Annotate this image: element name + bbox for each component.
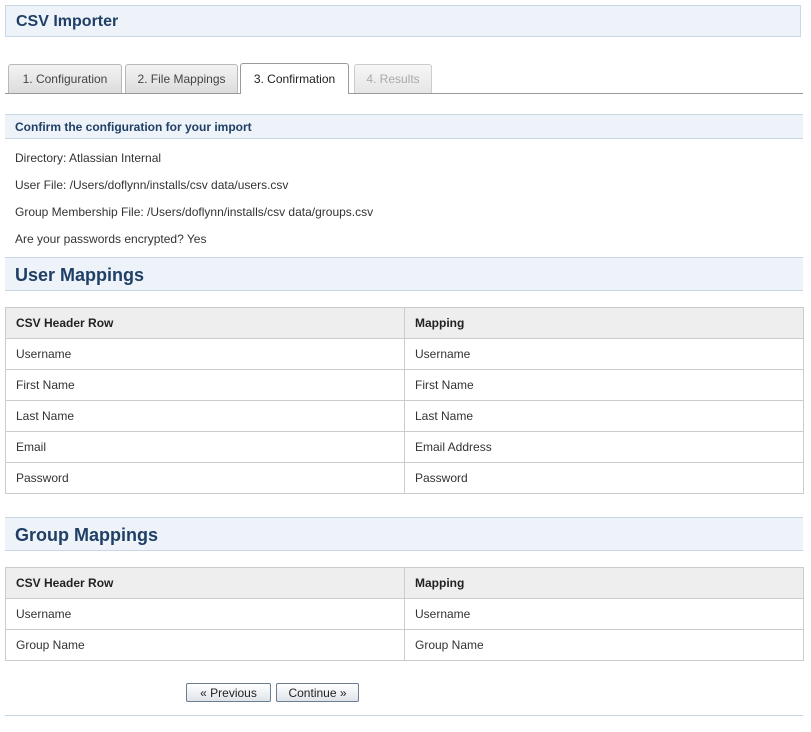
table-row: Last Name Last Name xyxy=(5,400,804,432)
table-row: First Name First Name xyxy=(5,369,804,401)
tab-results: 4. Results xyxy=(354,64,432,93)
group-mappings-table: CSV Header Row Mapping Username Username… xyxy=(5,567,804,661)
table-row: Username Username xyxy=(5,598,804,630)
table-header-row: CSV Header Row Mapping xyxy=(5,307,804,339)
tab-file-mappings[interactable]: 2. File Mappings xyxy=(125,64,238,93)
tab-divider xyxy=(5,93,803,94)
group-mappings-title: Group Mappings xyxy=(15,525,158,545)
previous-button[interactable]: « Previous xyxy=(186,683,271,702)
table-row: Group Name Group Name xyxy=(5,629,804,661)
user-mappings-heading-bar: User Mappings xyxy=(5,257,803,291)
csv-header-cell: Last Name xyxy=(5,400,405,432)
tab-configuration[interactable]: 1. Configuration xyxy=(8,64,122,93)
page-title: CSV Importer xyxy=(16,13,119,30)
column-header-csv: CSV Header Row xyxy=(5,307,405,339)
mapping-cell: Last Name xyxy=(404,400,804,432)
user-mappings-table: CSV Header Row Mapping Username Username… xyxy=(5,307,804,494)
csv-header-cell: Username xyxy=(5,338,405,370)
user-file-info: User File: /Users/doflynn/installs/csv d… xyxy=(15,178,289,192)
confirm-heading-bar: Confirm the configuration for your impor… xyxy=(5,114,803,139)
wizard-tabs: 1. Configuration 2. File Mappings 3. Con… xyxy=(8,63,803,94)
csv-header-cell: Email xyxy=(5,431,405,463)
table-header-row: CSV Header Row Mapping xyxy=(5,567,804,599)
mapping-cell: Password xyxy=(404,462,804,494)
directory-info: Directory: Atlassian Internal xyxy=(15,151,162,165)
footer-divider xyxy=(5,715,803,716)
column-header-mapping: Mapping xyxy=(404,307,804,339)
confirm-heading: Confirm the configuration for your impor… xyxy=(15,120,252,134)
user-mappings-title: User Mappings xyxy=(15,265,145,285)
mapping-cell: First Name xyxy=(404,369,804,401)
continue-button[interactable]: Continue » xyxy=(276,683,359,702)
csv-header-cell: Password xyxy=(5,462,405,494)
page-header: CSV Importer xyxy=(5,5,801,37)
csv-header-cell: First Name xyxy=(5,369,405,401)
table-row: Password Password xyxy=(5,462,804,494)
column-header-mapping: Mapping xyxy=(404,567,804,599)
column-header-csv: CSV Header Row xyxy=(5,567,405,599)
csv-header-cell: Username xyxy=(5,598,405,630)
passwords-info: Are your passwords encrypted? Yes xyxy=(15,232,207,246)
mapping-cell: Username xyxy=(404,598,804,630)
tab-confirmation[interactable]: 3. Confirmation xyxy=(240,63,349,94)
table-row: Email Email Address xyxy=(5,431,804,463)
group-file-info: Group Membership File: /Users/doflynn/in… xyxy=(15,205,374,219)
mapping-cell: Group Name xyxy=(404,629,804,661)
table-row: Username Username xyxy=(5,338,804,370)
group-mappings-heading-bar: Group Mappings xyxy=(5,517,803,551)
mapping-cell: Username xyxy=(404,338,804,370)
csv-header-cell: Group Name xyxy=(5,629,405,661)
mapping-cell: Email Address xyxy=(404,431,804,463)
